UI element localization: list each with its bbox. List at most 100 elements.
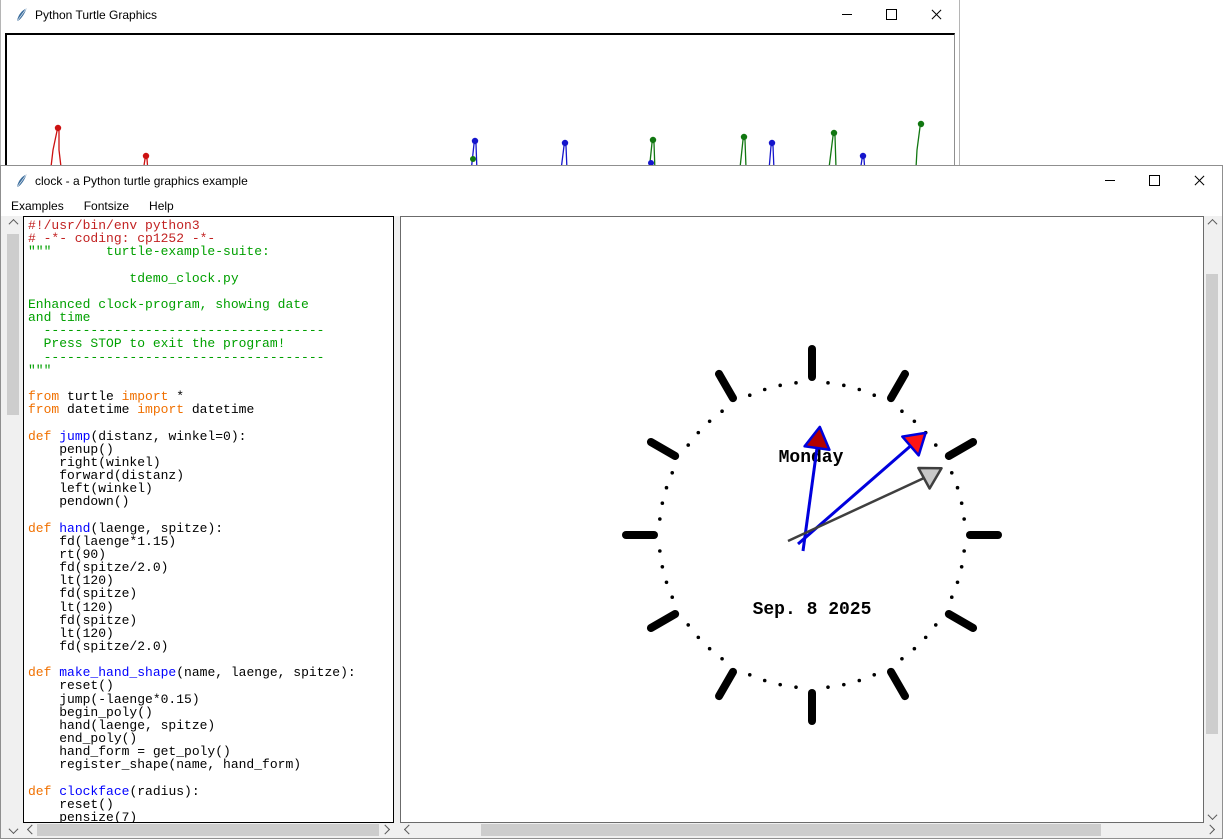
close-icon: [1194, 175, 1205, 186]
turtle-graphics-titlebar[interactable]: Python Turtle Graphics: [1, 0, 959, 30]
scroll-left-button[interactable]: [23, 823, 37, 836]
minute-dot: [842, 384, 846, 388]
code-line: """: [28, 364, 393, 377]
code-vscroll-thumb[interactable]: [7, 234, 19, 415]
chevron-up-icon: [1207, 219, 1217, 229]
minute-dot: [661, 501, 665, 505]
tk-feather-icon: [13, 7, 29, 23]
minute-dot: [708, 419, 712, 423]
hour-tick: [949, 614, 973, 628]
minute-dot: [900, 409, 904, 413]
code-line: register_shape(name, hand_form): [28, 758, 393, 771]
maximize-button[interactable]: [1132, 166, 1177, 195]
minute-dot: [950, 471, 954, 475]
minute-dot: [696, 636, 700, 640]
minute-dot: [686, 623, 690, 627]
minute-dot: [900, 657, 904, 661]
minute-dot: [962, 517, 966, 521]
minute-dot: [686, 443, 690, 447]
close-button[interactable]: [1177, 166, 1222, 195]
scroll-down-button[interactable]: [6, 824, 20, 837]
canvas-hscroll-thumb[interactable]: [481, 824, 1101, 836]
canvas-horizontal-scrollbar[interactable]: [400, 823, 1218, 837]
minute-dot: [913, 419, 917, 423]
code-line: pensize(7): [28, 811, 393, 823]
minute-dot: [934, 623, 938, 627]
minute-dot: [872, 393, 876, 397]
minute-dot: [665, 486, 669, 490]
hour-tick: [891, 374, 905, 398]
minute-dot: [826, 381, 830, 385]
hour-tick: [949, 442, 973, 456]
canvas-vscroll-thumb[interactable]: [1206, 274, 1218, 734]
minute-dot: [778, 683, 782, 687]
minute-dot: [960, 565, 964, 569]
minute-dot: [748, 393, 752, 397]
tk-feather-icon: [13, 173, 29, 189]
minute-dot: [956, 486, 960, 490]
minute-dot: [962, 549, 966, 553]
scroll-right-button[interactable]: [379, 823, 393, 836]
menu-fontsize[interactable]: Fontsize: [74, 197, 139, 215]
window-title: Python Turtle Graphics: [35, 8, 157, 22]
hour-tick: [719, 374, 733, 398]
chevron-left-icon: [403, 825, 413, 835]
source-code-pane[interactable]: #!/usr/bin/env python3# -*- coding: cp12…: [23, 216, 394, 823]
code-line: tdemo_clock.py: [28, 272, 393, 285]
panes-area: #!/usr/bin/env python3# -*- coding: cp12…: [1, 216, 1222, 838]
code-line: from datetime import datetime: [28, 403, 393, 416]
chevron-right-icon: [1205, 825, 1215, 835]
minute-dot: [950, 595, 954, 599]
minute-dot: [842, 683, 846, 687]
minute-dot: [956, 580, 960, 584]
clock-canvas[interactable]: Monday Sep. 8 2025: [400, 216, 1204, 823]
chevron-left-icon: [26, 825, 36, 835]
minute-dot: [763, 388, 767, 392]
close-button[interactable]: [914, 0, 959, 29]
date-label: Sep. 8 2025: [753, 600, 872, 620]
chevron-down-icon: [1207, 810, 1217, 820]
code-line: fd(spitze/2.0): [28, 640, 393, 653]
minute-dot: [763, 679, 767, 683]
day-label: Monday: [779, 448, 844, 468]
minimize-button[interactable]: [824, 0, 869, 29]
canvas-vertical-scrollbar[interactable]: [1205, 216, 1219, 823]
code-line: ------------------------------------: [28, 351, 393, 364]
code-line: pendown(): [28, 495, 393, 508]
code-horizontal-scrollbar[interactable]: [23, 823, 393, 837]
code-hscroll-thumb[interactable]: [37, 824, 379, 836]
minute-dot: [748, 673, 752, 677]
minute-dot: [794, 685, 798, 689]
scroll-up-button[interactable]: [1205, 216, 1219, 229]
maximize-icon: [886, 9, 897, 20]
minute-dot: [960, 501, 964, 505]
hour-tick: [719, 672, 733, 696]
minute-dot: [872, 673, 876, 677]
minute-dot: [778, 384, 782, 388]
chevron-right-icon: [380, 825, 390, 835]
menu-help[interactable]: Help: [139, 197, 184, 215]
turtle-figure: [740, 134, 747, 168]
minute-dot: [720, 409, 724, 413]
turtle-figure: [829, 130, 837, 168]
clock-demo-titlebar[interactable]: clock - a Python turtle graphics example: [1, 166, 1222, 196]
minute-dot: [857, 388, 861, 392]
scroll-up-button[interactable]: [6, 216, 20, 229]
minute-dot: [658, 517, 662, 521]
minimize-button[interactable]: [1087, 166, 1132, 195]
minute-dot: [826, 685, 830, 689]
minute-dot: [794, 381, 798, 385]
menu-examples[interactable]: Examples: [1, 197, 74, 215]
minute-dot: [934, 443, 938, 447]
maximize-button[interactable]: [869, 0, 914, 29]
minute-dot: [913, 647, 917, 651]
scroll-down-button[interactable]: [1205, 810, 1219, 823]
scroll-left-button[interactable]: [400, 823, 414, 836]
turtle-figure: [916, 121, 924, 168]
minute-dot: [665, 580, 669, 584]
clock-drawing: Monday Sep. 8 2025: [401, 217, 1203, 822]
code-vertical-scrollbar[interactable]: [6, 216, 20, 837]
clock-demo-window: clock - a Python turtle graphics example…: [0, 165, 1223, 839]
minute-dot: [661, 565, 665, 569]
scroll-right-button[interactable]: [1204, 823, 1218, 836]
